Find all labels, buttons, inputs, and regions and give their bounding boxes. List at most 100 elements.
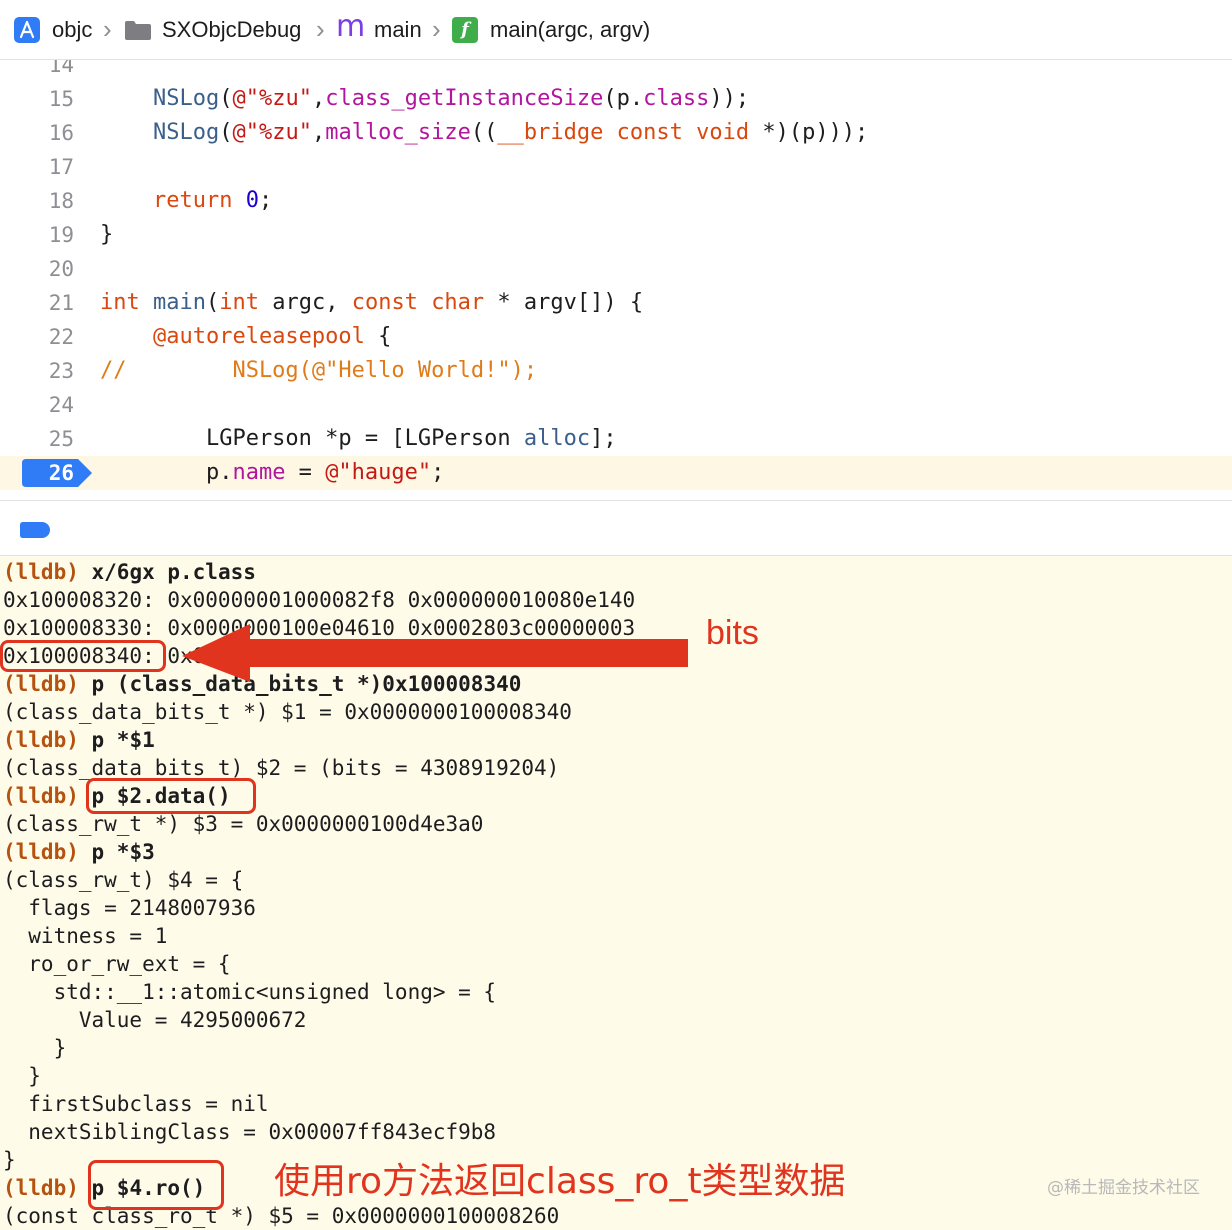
lldb-prompt: (lldb) xyxy=(3,784,79,808)
line-number: 22 xyxy=(48,325,74,349)
lldb-prompt: (lldb) xyxy=(3,728,79,752)
ro-method-annotation: 使用ro方法返回class_ro_t类型数据 xyxy=(274,1161,846,1202)
watermark: @稀土掘金技术社区 xyxy=(1047,1178,1200,1198)
breadcrumb-label: main xyxy=(374,17,422,42)
lldb-output: (class_rw_t *) $3 = 0x0000000100d4e3a0 xyxy=(3,812,484,836)
line-number: 25 xyxy=(48,427,74,451)
console-output-line: flags = 2148007936 xyxy=(3,894,256,922)
lldb-prompt: (lldb) xyxy=(3,1176,79,1200)
breadcrumb-label: objc xyxy=(52,17,93,42)
code-text: LGPerson *p = [LGPerson alloc]; xyxy=(100,426,617,451)
breadcrumb-item-file[interactable]: main xyxy=(374,15,422,45)
code-line: 20 xyxy=(0,252,1232,286)
console-output-line: firstSubclass = nil xyxy=(3,1090,268,1118)
clipped-next-line xyxy=(0,492,1232,500)
line-number: 17 xyxy=(48,155,74,179)
lldb-output: 0x100008320: 0x00000001000082f8 0x000000… xyxy=(3,588,636,612)
lldb-output: } xyxy=(3,1064,41,1088)
line-number: 23 xyxy=(48,359,74,383)
bits-annotation: bits xyxy=(706,614,759,652)
code-line: 14 xyxy=(0,60,1232,82)
line-number: 19 xyxy=(48,223,74,247)
code-comment: // NSLog(@"Hello World!"); xyxy=(100,358,538,383)
lldb-output: (class_data_bits_t *) $1 = 0x00000001000… xyxy=(3,700,572,724)
lldb-output: (const class_ro_t *) $5 = 0x000000010000… xyxy=(3,1204,560,1228)
lldb-command: p *$1 xyxy=(91,728,155,752)
code-text: int main(int argc, const char * argv[]) … xyxy=(100,290,644,315)
code-line: 17 xyxy=(0,150,1232,184)
breadcrumb-label: main(argc, argv) xyxy=(490,17,651,42)
debug-bar xyxy=(0,500,1232,556)
lldb-output: (class_rw_t) $4 = { xyxy=(3,868,244,892)
lldb-output: flags = 2148007936 xyxy=(3,896,256,920)
code-line: 19 } xyxy=(0,218,1232,252)
breadcrumb-item-folder[interactable]: SXObjcDebug xyxy=(162,15,301,45)
lldb-prompt: (lldb) xyxy=(3,560,79,584)
code-line: 22 @autoreleasepool { xyxy=(0,320,1232,354)
lldb-output: nextSiblingClass = 0x00007ff843ecf9b8 xyxy=(3,1120,497,1144)
code-line: 16 NSLog(@"%zu",malloc_size((__bridge co… xyxy=(0,116,1232,150)
console-output-line: (class_data_bits_t *) $1 = 0x00000001000… xyxy=(3,698,572,726)
code-line: 18 return 0; xyxy=(0,184,1232,218)
lldb-prompt: (lldb) xyxy=(3,840,79,864)
code-text: NSLog(@"%zu",class_getInstanceSize(p.cla… xyxy=(152,86,750,111)
current-line-number: 26 xyxy=(48,461,74,485)
console-output-line: witness = 1 xyxy=(3,922,167,950)
lldb-output: ro_or_rw_ext = { xyxy=(3,952,231,976)
folder-icon xyxy=(124,19,151,45)
current-code-line: 26 p.name = @"hauge"; xyxy=(0,456,1232,490)
console-output-line: (class_rw_t) $4 = { xyxy=(3,866,243,894)
highlight-ro-command xyxy=(88,1160,224,1210)
line-number: 15 xyxy=(48,87,74,111)
console-output-line: } xyxy=(3,1146,16,1174)
line-number: 18 xyxy=(48,189,74,213)
chevron-right-icon: › xyxy=(432,14,441,44)
xcode-project-icon[interactable] xyxy=(14,17,40,43)
lldb-command: p *$3 xyxy=(91,840,155,864)
code-line: 15 NSLog(@"%zu",class_getInstanceSize(p.… xyxy=(0,82,1232,116)
lldb-command: x/6gx p.class xyxy=(91,560,256,584)
console-command-line: (lldb) p *$3 xyxy=(3,838,155,866)
lldb-output: (class_data_bits_t) $2 = (bits = 4308919… xyxy=(3,756,560,780)
console-output-line: 0x100008320: 0x00000001000082f8 0x000000… xyxy=(3,586,635,614)
code-line: 21 int main(int argc, const char * argv[… xyxy=(0,286,1232,320)
line-number: 14 xyxy=(48,60,74,77)
line-number: 16 xyxy=(48,121,74,145)
arrow-icon xyxy=(182,624,688,682)
lldb-output: } xyxy=(3,1148,16,1172)
highlight-data-command xyxy=(86,778,256,814)
chevron-right-icon: › xyxy=(103,14,112,44)
line-number: 24 xyxy=(48,393,74,417)
code-text: NSLog(@"%zu",malloc_size((__bridge const… xyxy=(152,120,869,145)
code-text: @autoreleasepool { xyxy=(152,324,392,349)
lldb-output: Value = 4295000672 xyxy=(3,1008,307,1032)
highlight-bits-address xyxy=(0,640,166,672)
breadcrumb-item-function[interactable]: main(argc, argv) xyxy=(490,15,650,45)
breadcrumb-label: SXObjcDebug xyxy=(162,17,302,42)
console-output-line: (class_data_bits_t) $2 = (bits = 4308919… xyxy=(3,754,559,782)
code-text: } xyxy=(100,222,114,247)
breadcrumb-item-project[interactable]: objc xyxy=(52,15,92,45)
code-text: p.name = @"hauge"; xyxy=(100,460,445,485)
code-text: return 0; xyxy=(152,188,273,213)
code-line: 24 xyxy=(0,388,1232,422)
console-command-line: (lldb) p *$1 xyxy=(3,726,155,754)
lldb-prompt: (lldb) xyxy=(3,672,79,696)
lldb-output: witness = 1 xyxy=(3,924,168,948)
function-icon: f xyxy=(452,17,478,43)
console-output-line: (class_rw_t *) $3 = 0x0000000100d4e3a0 xyxy=(3,810,483,838)
lldb-output: std::__1::atomic<unsigned long> = { xyxy=(3,980,497,1004)
chevron-right-icon: › xyxy=(316,14,325,44)
console-output-line: (const class_ro_t *) $5 = 0x000000010000… xyxy=(3,1202,559,1230)
code-line: 23 // NSLog(@"Hello World!"); xyxy=(0,354,1232,388)
jump-bar: objc › SXObjcDebug › m main › f main(arg… xyxy=(0,0,1232,60)
console-output-line: std::__1::atomic<unsigned long> = { xyxy=(3,978,497,1006)
console-output-line: } xyxy=(3,1062,41,1090)
console-output-line: } xyxy=(3,1034,67,1062)
console-output-line: nextSiblingClass = 0x00007ff843ecf9b8 xyxy=(3,1118,496,1146)
console-output-line: ro_or_rw_ext = { xyxy=(3,950,231,978)
console-output-line: Value = 4295000672 xyxy=(3,1006,307,1034)
source-editor[interactable]: 14 15 NSLog(@"%zu",class_getInstanceSize… xyxy=(0,60,1232,500)
line-number: 20 xyxy=(48,257,74,281)
breakpoints-toggle-icon[interactable] xyxy=(20,522,50,538)
